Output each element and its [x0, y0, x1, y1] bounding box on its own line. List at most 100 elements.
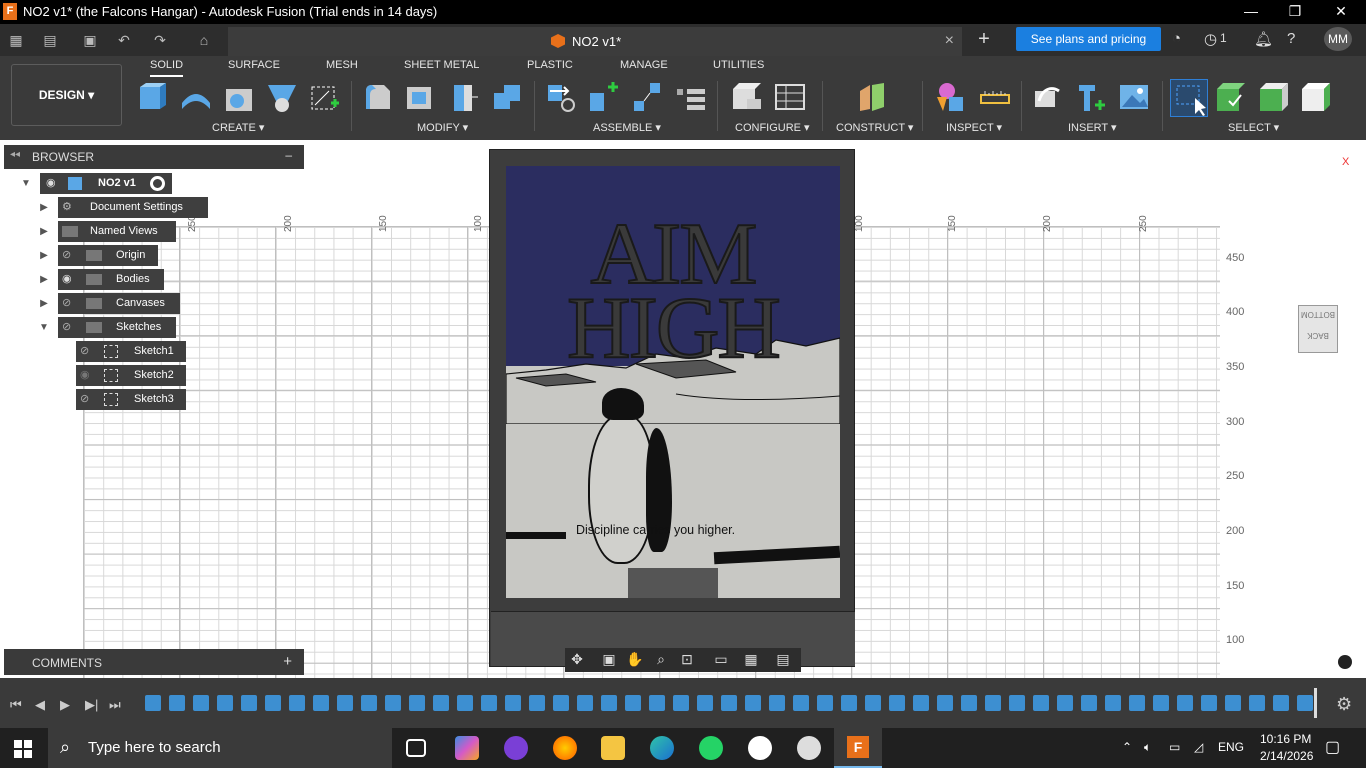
network-icon[interactable]: ◿: [1194, 740, 1203, 754]
browser-item-bodies[interactable]: ◉ Bodies: [58, 269, 164, 290]
timeline-feature-icon[interactable]: [793, 695, 809, 711]
selection-filter-icon[interactable]: [1215, 81, 1247, 113]
offset-plane-icon[interactable]: [856, 81, 888, 113]
timeline-feature-icon[interactable]: [1081, 695, 1097, 711]
as-built-joint-icon[interactable]: [632, 81, 664, 113]
insert-derive-icon[interactable]: [1031, 81, 1063, 113]
timeline-feature-icon[interactable]: [769, 695, 785, 711]
timeline-feature-icon[interactable]: [553, 695, 569, 711]
timeline-feature-icon[interactable]: [145, 695, 161, 711]
timeline-feature-icon[interactable]: [1057, 695, 1073, 711]
select-face-icon[interactable]: [1300, 81, 1332, 113]
clock-time[interactable]: 10:16 PM: [1260, 732, 1311, 746]
help-icon[interactable]: ?: [1287, 30, 1295, 47]
timeline-feature-icon[interactable]: [1033, 695, 1049, 711]
volume-icon[interactable]: 🔈︎: [1144, 740, 1151, 755]
timeline-feature-icon[interactable]: [697, 695, 713, 711]
home-icon[interactable]: ⌂: [194, 30, 214, 50]
browser-item-sketch3[interactable]: ⊘ Sketch3: [76, 389, 186, 410]
timeline-feature-icon[interactable]: [289, 695, 305, 711]
timeline-feature-icon[interactable]: [265, 695, 281, 711]
create-sketch-icon[interactable]: [309, 81, 341, 113]
close-button[interactable]: ✕: [1318, 0, 1364, 24]
see-plans-button[interactable]: See plans and pricing: [1016, 27, 1161, 51]
insert-mcmaster-icon[interactable]: [1075, 81, 1107, 113]
construct-group-label[interactable]: CONSTRUCT ▾: [836, 121, 913, 134]
visibility-eye-icon[interactable]: ◉: [62, 269, 72, 290]
timeline-feature-icon[interactable]: [601, 695, 617, 711]
minimize-button[interactable]: —: [1228, 0, 1274, 24]
firefox-icon[interactable]: [553, 736, 577, 760]
timeline-feature-icon[interactable]: [193, 695, 209, 711]
browser-item-canvases[interactable]: ⊘ Canvases: [58, 293, 180, 314]
timeline-feature-icon[interactable]: [1249, 695, 1265, 711]
hidden-eye-icon[interactable]: ⊘: [80, 341, 89, 362]
clock-date[interactable]: 2/14/2026: [1260, 749, 1313, 763]
notifications-bell-icon[interactable]: 🔔︎: [1254, 30, 1273, 48]
timeline-feature-icon[interactable]: [241, 695, 257, 711]
timeline-feature-icon[interactable]: [649, 695, 665, 711]
comments-panel[interactable]: COMMENTS +: [4, 649, 304, 675]
slack-icon[interactable]: [748, 736, 772, 760]
new-component-assemble-icon[interactable]: [546, 81, 578, 113]
joint-icon[interactable]: [588, 81, 620, 113]
insert-group-label[interactable]: INSERT ▾: [1068, 121, 1117, 134]
input-language[interactable]: ENG: [1218, 740, 1244, 754]
online-status-icon[interactable]: ◔: [1172, 30, 1181, 47]
combine-icon[interactable]: [448, 81, 480, 113]
timeline-feature-icon[interactable]: [1153, 695, 1169, 711]
extrude-icon[interactable]: [180, 81, 212, 113]
timeline-feature-icon[interactable]: [889, 695, 905, 711]
timeline-feature-icon[interactable]: [481, 695, 497, 711]
browser-item-sketch1[interactable]: ⊘ Sketch1: [76, 341, 186, 362]
clock-app-icon[interactable]: [797, 736, 821, 760]
timeline-next-icon[interactable]: ▶|: [85, 697, 98, 713]
whatsapp-icon[interactable]: [699, 736, 723, 760]
browser-item-document-settings[interactable]: ⚙ Document Settings: [58, 197, 208, 218]
minimize-browser-icon[interactable]: –: [285, 148, 292, 162]
select-body-icon[interactable]: [1258, 81, 1290, 113]
display-component-colors-icon[interactable]: [935, 81, 967, 113]
timeline-feature-icon[interactable]: [529, 695, 545, 711]
modify-group-label[interactable]: MODIFY ▾: [417, 121, 468, 134]
restore-button[interactable]: ❐: [1272, 0, 1318, 24]
timeline-settings-gear-icon[interactable]: ⚙: [1336, 694, 1352, 715]
collapse-browser-icon[interactable]: ◂◂: [10, 149, 20, 160]
orbit-icon[interactable]: ✥: [567, 651, 587, 668]
file-menu-icon[interactable]: ▤: [40, 30, 60, 50]
job-status-icon[interactable]: ◷: [1204, 30, 1217, 48]
browser-item-origin[interactable]: ⊘ Origin: [58, 245, 158, 266]
close-tab-icon[interactable]: ×: [945, 32, 954, 50]
timeline-feature-icon[interactable]: [817, 695, 833, 711]
move-copy-icon[interactable]: [492, 81, 524, 113]
timeline-feature-icon[interactable]: [937, 695, 953, 711]
grid-snap-icon[interactable]: [1338, 655, 1352, 669]
tab-manage[interactable]: MANAGE: [620, 59, 668, 71]
file-explorer-icon[interactable]: [601, 736, 625, 760]
pan-hand-icon[interactable]: ✋: [625, 651, 645, 668]
timeline-prev-icon[interactable]: ◀: [35, 697, 45, 713]
timeline-feature-icon[interactable]: [625, 695, 641, 711]
viewcube-front-face[interactable]: BACK: [1299, 331, 1337, 340]
timeline-feature-icon[interactable]: [1201, 695, 1217, 711]
revolve-icon[interactable]: [223, 81, 255, 113]
timeline-start-icon[interactable]: ⏮: [10, 697, 22, 713]
viewcube[interactable]: BOTTOM BACK: [1298, 305, 1338, 353]
new-component-icon[interactable]: [136, 81, 168, 113]
select-tool-button[interactable]: [1170, 79, 1208, 117]
tab-utilities[interactable]: UTILITIES: [713, 59, 764, 71]
viewcube-top-face[interactable]: BOTTOM: [1299, 310, 1337, 319]
tab-sheet-metal[interactable]: SHEET METAL: [404, 59, 479, 71]
expand-root-chevron-icon[interactable]: ▼: [20, 178, 32, 189]
collapse-chevron-icon[interactable]: ▼: [38, 322, 50, 333]
display-settings-icon[interactable]: ▭: [711, 651, 731, 668]
tab-plastic[interactable]: PLASTIC: [527, 59, 573, 71]
browser-item-named-views[interactable]: Named Views: [58, 221, 176, 242]
timeline-feature-icon[interactable]: [1273, 695, 1289, 711]
expand-chevron-icon[interactable]: ▶: [38, 250, 50, 261]
tab-surface[interactable]: SURFACE: [228, 59, 280, 71]
timeline-feature-icon[interactable]: [217, 695, 233, 711]
timeline-feature-icon[interactable]: [409, 695, 425, 711]
grid-settings-icon[interactable]: ▦: [741, 651, 761, 668]
look-at-icon[interactable]: ▣: [599, 651, 619, 668]
